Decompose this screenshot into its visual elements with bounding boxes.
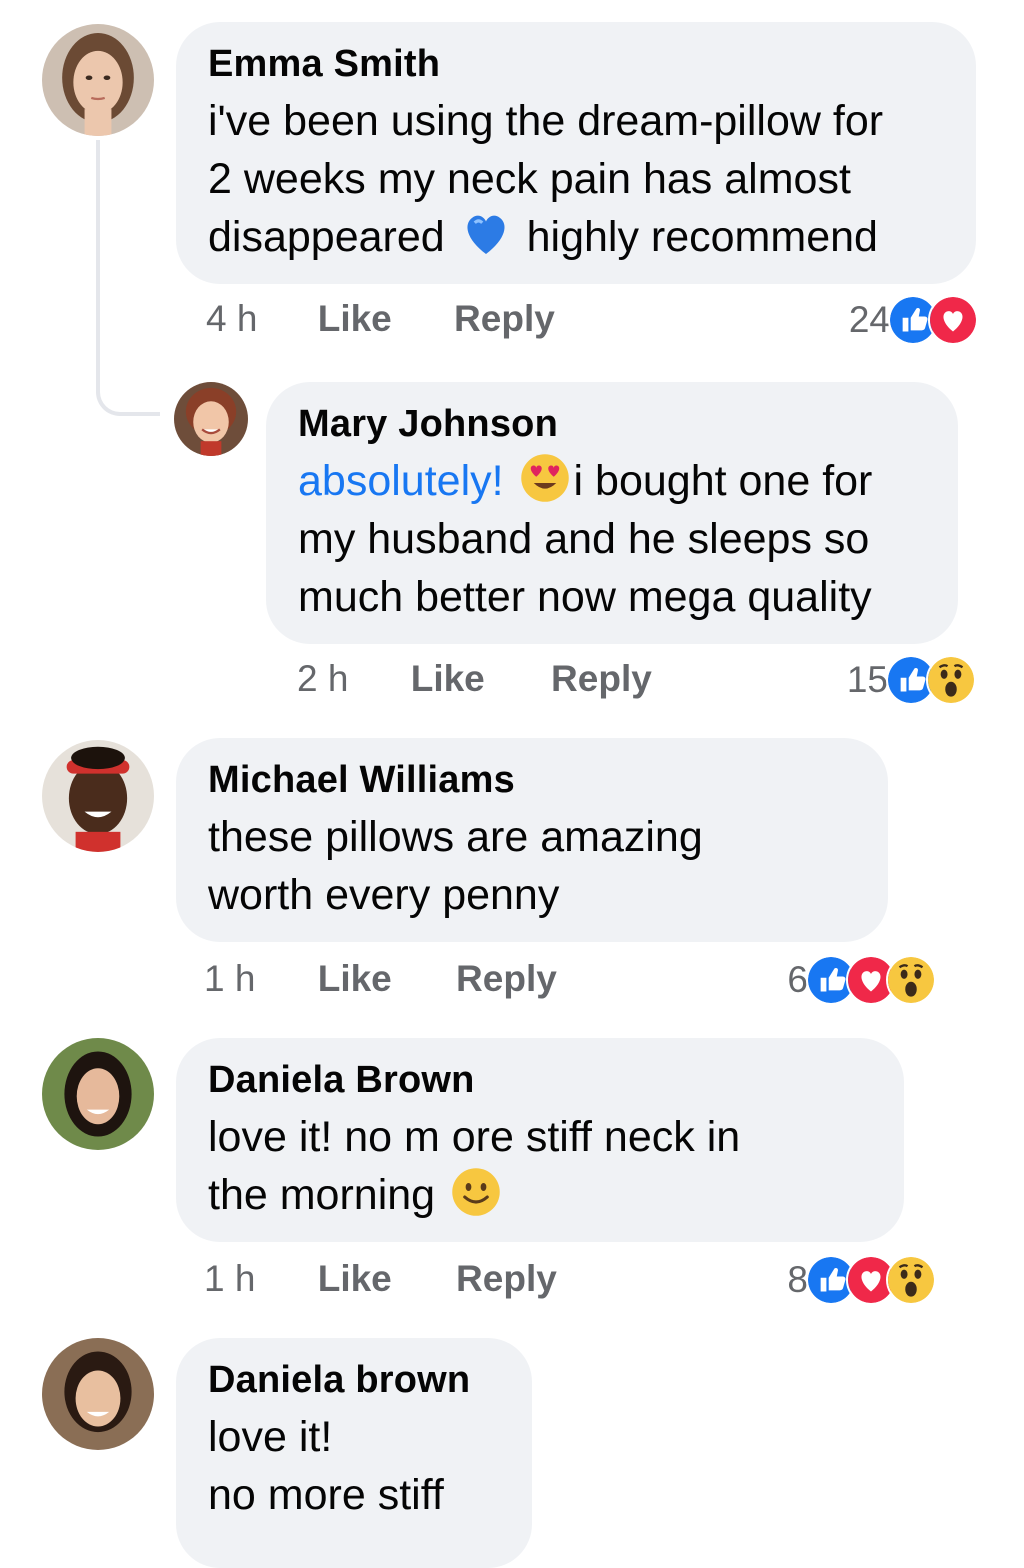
comment-actions: 1 h Like Reply — [204, 1258, 557, 1300]
comment-text: absolutely! i bought one for my husband … — [298, 452, 932, 626]
like-button[interactable]: Like — [318, 958, 392, 1000]
reaction-summary[interactable]: 8 — [787, 1255, 936, 1305]
reply-button[interactable]: Reply — [551, 658, 652, 700]
comment-author[interactable]: Emma Smith — [208, 42, 950, 86]
comment-line-part: disappeared — [208, 213, 445, 261]
avatar-daniela-brown-2[interactable] — [42, 1338, 154, 1450]
comment-line: love it! no m ore stiff neck in — [208, 1113, 741, 1161]
comment-bubble: Daniela Brown love it! no m ore stiff ne… — [176, 1038, 904, 1242]
comment-time[interactable]: 2 h — [297, 658, 348, 700]
comment-line: 2 weeks my neck pain has almost — [208, 155, 851, 203]
blue-heart-emoji-icon — [461, 209, 511, 259]
comment-author[interactable]: Daniela Brown — [208, 1058, 878, 1102]
comment-author[interactable]: Daniela brown — [208, 1358, 506, 1402]
comment-time[interactable]: 4 h — [206, 298, 257, 340]
comment-time[interactable]: 1 h — [204, 958, 255, 1000]
heart-eyes-emoji-icon — [520, 453, 570, 503]
comment-text: love it! no m ore stiff neck in the morn… — [208, 1108, 878, 1224]
comment-text: these pillows are amazing worth every pe… — [208, 808, 862, 924]
reaction-summary[interactable]: 6 — [787, 955, 936, 1005]
like-button[interactable]: Like — [411, 658, 485, 700]
reply-thread-connector — [96, 140, 160, 416]
comment-bubble: Mary Johnson absolutely! i bought one fo… — [266, 382, 958, 644]
comment-bubble: Michael Williams these pillows are amazi… — [176, 738, 888, 942]
reply-button[interactable]: Reply — [456, 1258, 557, 1300]
comment-time[interactable]: 1 h — [204, 1258, 255, 1300]
avatar-emma-smith[interactable] — [42, 24, 154, 136]
wow-icon — [886, 1255, 936, 1305]
reaction-summary[interactable]: 24 — [848, 295, 978, 345]
comment-line: much better now mega quality — [298, 573, 872, 621]
mention-link[interactable]: absolutely! — [298, 457, 504, 505]
reply-button[interactable]: Reply — [456, 958, 557, 1000]
avatar-daniela-brown[interactable] — [42, 1038, 154, 1150]
reaction-count: 6 — [787, 959, 808, 1000]
comment-line: disappeared highly recommend — [208, 208, 950, 266]
comment-line: love it! — [208, 1413, 333, 1461]
reaction-summary[interactable]: 15 — [846, 655, 976, 705]
reaction-count: 8 — [787, 1259, 808, 1300]
avatar-michael-williams[interactable] — [42, 740, 154, 852]
comment-text: love it! no more stiff — [208, 1408, 506, 1524]
comment-text: i've been using the dream-pillow for 2 w… — [208, 92, 950, 266]
comment-line: no more stiff — [208, 1471, 444, 1519]
comment-line: worth every penny — [208, 871, 560, 919]
comment-line: these pillows are amazing — [208, 813, 703, 861]
comment-author[interactable]: Michael Williams — [208, 758, 862, 802]
wow-icon — [886, 955, 936, 1005]
comment-line-part: the morning — [208, 1171, 436, 1219]
avatar-mary-johnson[interactable] — [174, 382, 248, 456]
reaction-count: 15 — [846, 659, 888, 700]
comment-actions: 1 h Like Reply — [204, 958, 557, 1000]
comment-line: absolutely! i bought one for — [298, 452, 932, 510]
comment-actions: 4 h Like Reply — [206, 298, 555, 340]
wow-icon — [926, 655, 976, 705]
comment-line-part: i bought one for — [573, 457, 873, 505]
comment-line: my husband and he sleeps so — [298, 515, 870, 563]
like-button[interactable]: Like — [318, 1258, 392, 1300]
reply-button[interactable]: Reply — [454, 298, 555, 340]
comment-bubble: Emma Smith i've been using the dream-pil… — [176, 22, 976, 284]
comment-line: i've been using the dream-pillow for — [208, 97, 884, 145]
love-icon — [928, 295, 978, 345]
comment-line-part: highly recommend — [526, 213, 878, 261]
smile-emoji-icon — [451, 1167, 501, 1217]
reaction-count: 24 — [848, 299, 890, 340]
comment-actions: 2 h Like Reply — [297, 658, 652, 700]
like-button[interactable]: Like — [318, 298, 392, 340]
comment-author[interactable]: Mary Johnson — [298, 402, 932, 446]
comment-bubble: Daniela brown love it! no more stiff — [176, 1338, 532, 1568]
comment-line: the morning — [208, 1166, 878, 1224]
